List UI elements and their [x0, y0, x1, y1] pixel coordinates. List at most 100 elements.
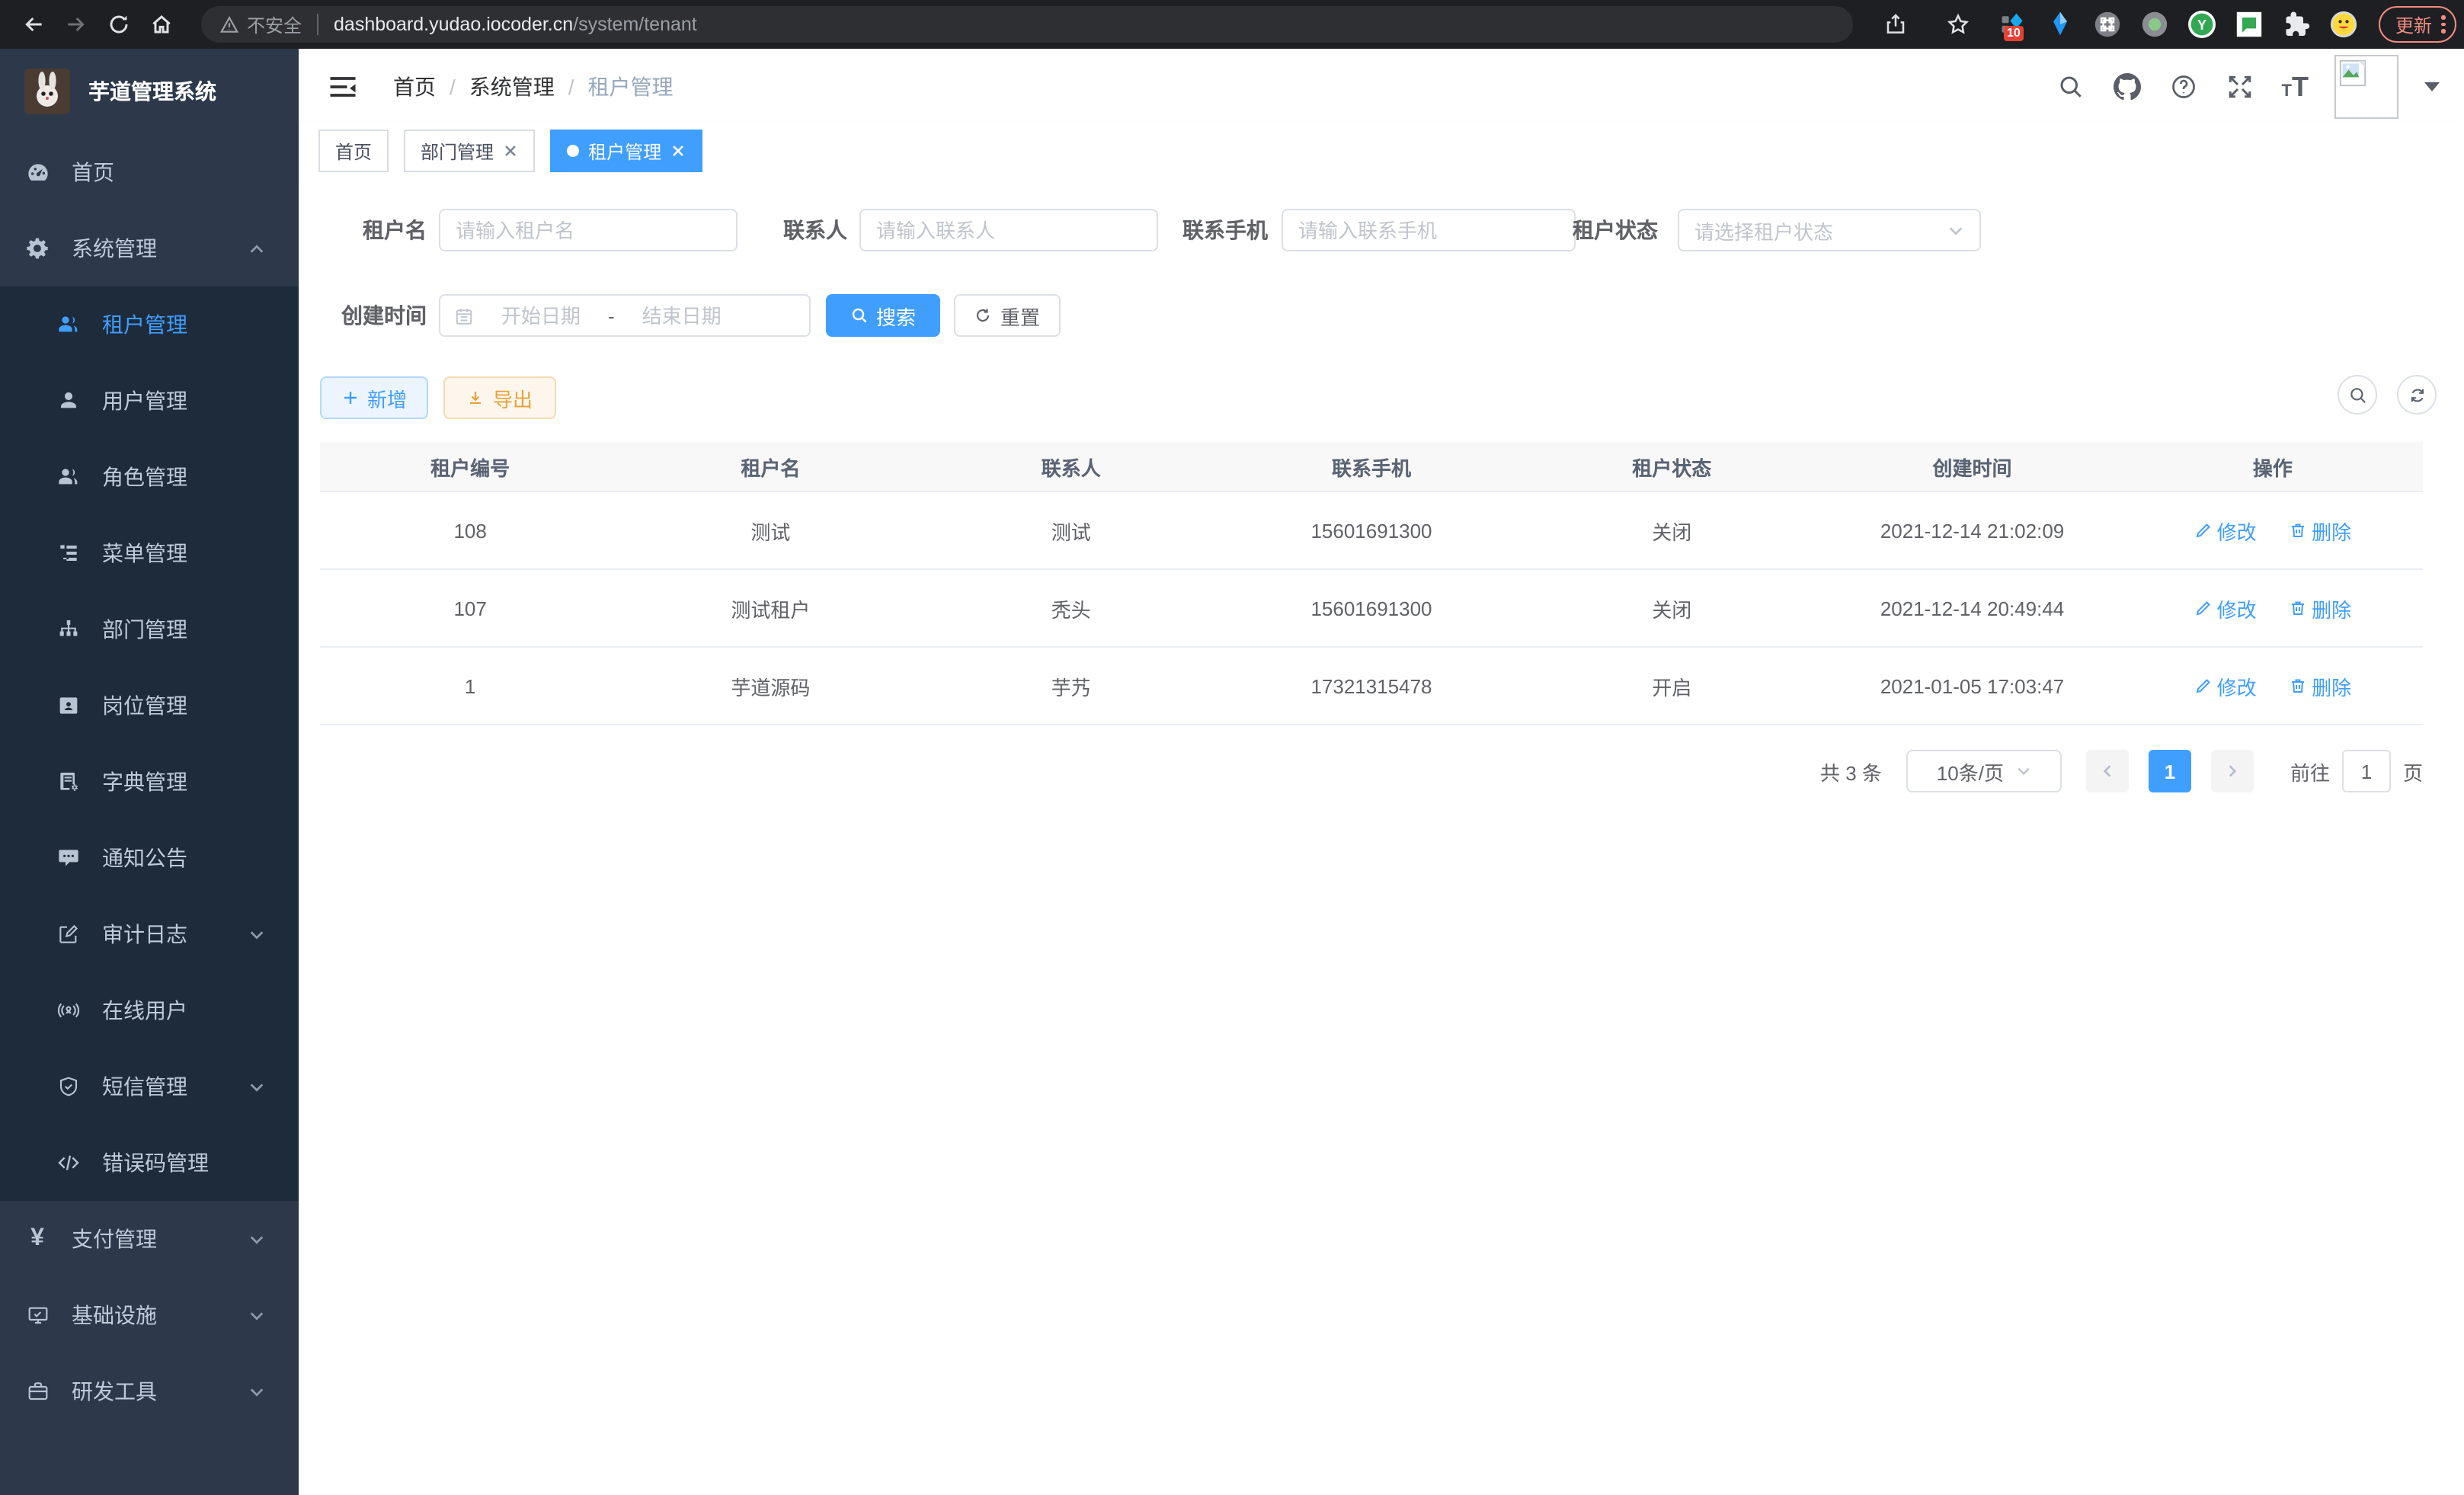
delete-link[interactable]: 删除 [2289, 671, 2351, 700]
sidebar-item-tenant[interactable]: 租户管理 [0, 287, 299, 363]
cell-tenant-name: 测试 [620, 491, 920, 569]
extension-chat-icon[interactable] [2235, 11, 2263, 38]
url-bar[interactable]: 不安全 dashboard.yudao.iocoder.cn/system/te… [201, 6, 1853, 43]
sidebar-item-notices[interactable]: 通知公告 [0, 820, 299, 896]
add-button[interactable]: 新增 [320, 376, 428, 419]
reset-button-label: 重置 [1000, 301, 1040, 330]
mobile-input[interactable] [1282, 209, 1576, 251]
extension-dot-icon[interactable] [2141, 11, 2168, 38]
menu-fold-icon[interactable] [326, 69, 360, 103]
breadcrumb-current: 租户管理 [588, 71, 674, 101]
create-time-label: 创建时间 [320, 294, 427, 337]
show-search-button[interactable] [2338, 375, 2377, 415]
share-icon[interactable] [1874, 3, 1917, 46]
cell-created: 2021-12-14 20:49:44 [1822, 569, 2122, 647]
bookmark-star-icon[interactable] [1937, 3, 1979, 46]
end-date-input[interactable] [624, 303, 740, 328]
prev-page-button[interactable] [2086, 750, 2129, 792]
cell-mobile: 15601691300 [1221, 491, 1522, 569]
profile-avatar-icon[interactable] [2330, 11, 2357, 38]
sidebar-item-roles[interactable]: 角色管理 [0, 439, 299, 515]
delete-link[interactable]: 删除 [2289, 594, 2351, 623]
svg-text:Y: Y [2197, 18, 2206, 33]
fullscreen-icon[interactable] [2226, 71, 2256, 101]
search-button[interactable]: 搜索 [826, 294, 940, 337]
tab-tenant[interactable]: 租户管理 [550, 130, 702, 172]
delete-link[interactable]: 删除 [2289, 516, 2351, 545]
cell-contact: 芋艿 [921, 647, 1221, 725]
sidebar-item-home[interactable]: 首页 [0, 134, 299, 210]
edit-log-icon [55, 921, 81, 947]
cell-actions: 修改 删除 [2123, 491, 2423, 569]
browser-menu-icon[interactable] [2441, 16, 2445, 34]
sidebar-item-online-users[interactable]: 在线用户 [0, 972, 299, 1048]
sidebar-item-infrastructure[interactable]: 基础设施 [0, 1277, 299, 1353]
contact-input[interactable] [859, 209, 1158, 251]
mobile-label: 联系手机 [1161, 209, 1268, 251]
sidebar-item-users[interactable]: 用户管理 [0, 363, 299, 439]
breadcrumb-separator: / [568, 74, 574, 98]
next-page-button[interactable] [2211, 750, 2254, 792]
extension-kite-icon[interactable] [2046, 11, 2074, 38]
browser-reload-icon[interactable] [98, 3, 140, 46]
sidebar-item-dev-tools[interactable]: 研发工具 [0, 1353, 299, 1429]
font-size-icon[interactable]: TT [2282, 72, 2309, 100]
avatar[interactable] [2334, 54, 2398, 118]
sidebar-item-posts[interactable]: 岗位管理 [0, 667, 299, 744]
tab-label: 首页 [335, 138, 372, 164]
sidebar-item-label: 用户管理 [102, 386, 187, 416]
browser-home-icon[interactable] [140, 3, 183, 46]
browser-back-icon[interactable] [12, 3, 55, 46]
sidebar-item-dictionary[interactable]: 字典管理 [0, 744, 299, 820]
sidebar-item-sms[interactable]: 短信管理 [0, 1048, 299, 1125]
page-size-select[interactable]: 10条/页 [1906, 750, 2062, 792]
close-icon[interactable] [670, 143, 686, 158]
app-logo[interactable]: 芋道管理系统 [0, 49, 299, 134]
app-title: 芋道管理系统 [88, 76, 216, 107]
tenant-status-select[interactable]: 请选择租户状态 [1678, 209, 1981, 251]
breadcrumb-system[interactable]: 系统管理 [469, 71, 555, 101]
cell-tenant-name: 芋道源码 [620, 647, 920, 725]
edit-link[interactable]: 修改 [2194, 516, 2257, 545]
tenant-name-input[interactable] [439, 209, 738, 251]
sidebar-item-label: 系统管理 [72, 233, 157, 264]
page-number-button[interactable]: 1 [2149, 750, 2191, 792]
refresh-table-button[interactable] [2397, 375, 2437, 415]
export-button[interactable]: 导出 [443, 376, 556, 419]
sidebar-item-audit-log[interactable]: 审计日志 [0, 896, 299, 972]
tab-home[interactable]: 首页 [318, 130, 389, 172]
table-row: 107 测试租户 秃头 15601691300 关闭 2021-12-14 20… [320, 569, 2423, 647]
breadcrumb-home[interactable]: 首页 [393, 71, 436, 101]
reset-button[interactable]: 重置 [954, 294, 1061, 337]
extension-y-icon[interactable]: Y [2188, 11, 2216, 38]
sidebar-item-error-codes[interactable]: 错误码管理 [0, 1125, 299, 1201]
cell-created: 2021-01-05 17:03:47 [1822, 647, 2122, 725]
edit-link[interactable]: 修改 [2194, 671, 2257, 700]
github-icon[interactable] [2113, 71, 2143, 101]
start-date-input[interactable] [483, 303, 599, 328]
not-secure-label: 不安全 [247, 11, 302, 37]
avatar-caret-icon[interactable] [2424, 82, 2440, 91]
extension-command-icon[interactable] [2094, 11, 2121, 38]
extension-diamond-icon[interactable]: 10 [1999, 11, 2027, 38]
extensions-puzzle-icon[interactable] [2283, 11, 2310, 38]
update-button[interactable]: 更新 [2379, 6, 2456, 43]
col-mobile: 联系手机 [1221, 442, 1522, 491]
create-time-range-picker[interactable]: - [439, 294, 811, 337]
edit-link[interactable]: 修改 [2194, 594, 2257, 623]
goto-page-input[interactable] [2342, 750, 2391, 792]
sidebar-item-menus[interactable]: 菜单管理 [0, 515, 299, 591]
close-icon[interactable] [503, 143, 518, 158]
sidebar-item-payment[interactable]: ¥ 支付管理 [0, 1201, 299, 1277]
sidebar-item-system[interactable]: 系统管理 [0, 210, 299, 287]
browser-forward-icon[interactable] [55, 3, 98, 46]
help-icon[interactable] [2169, 71, 2200, 101]
id-badge-icon [55, 693, 81, 719]
col-tenant-id: 租户编号 [320, 442, 620, 491]
sidebar-item-departments[interactable]: 部门管理 [0, 591, 299, 667]
chevron-right-icon [2225, 764, 2240, 779]
search-icon[interactable] [2056, 71, 2087, 101]
tab-departments[interactable]: 部门管理 [404, 130, 535, 172]
table-row: 1 芋道源码 芋艿 17321315478 开启 2021-01-05 17:0… [320, 647, 2423, 725]
export-button-label: 导出 [493, 383, 533, 412]
